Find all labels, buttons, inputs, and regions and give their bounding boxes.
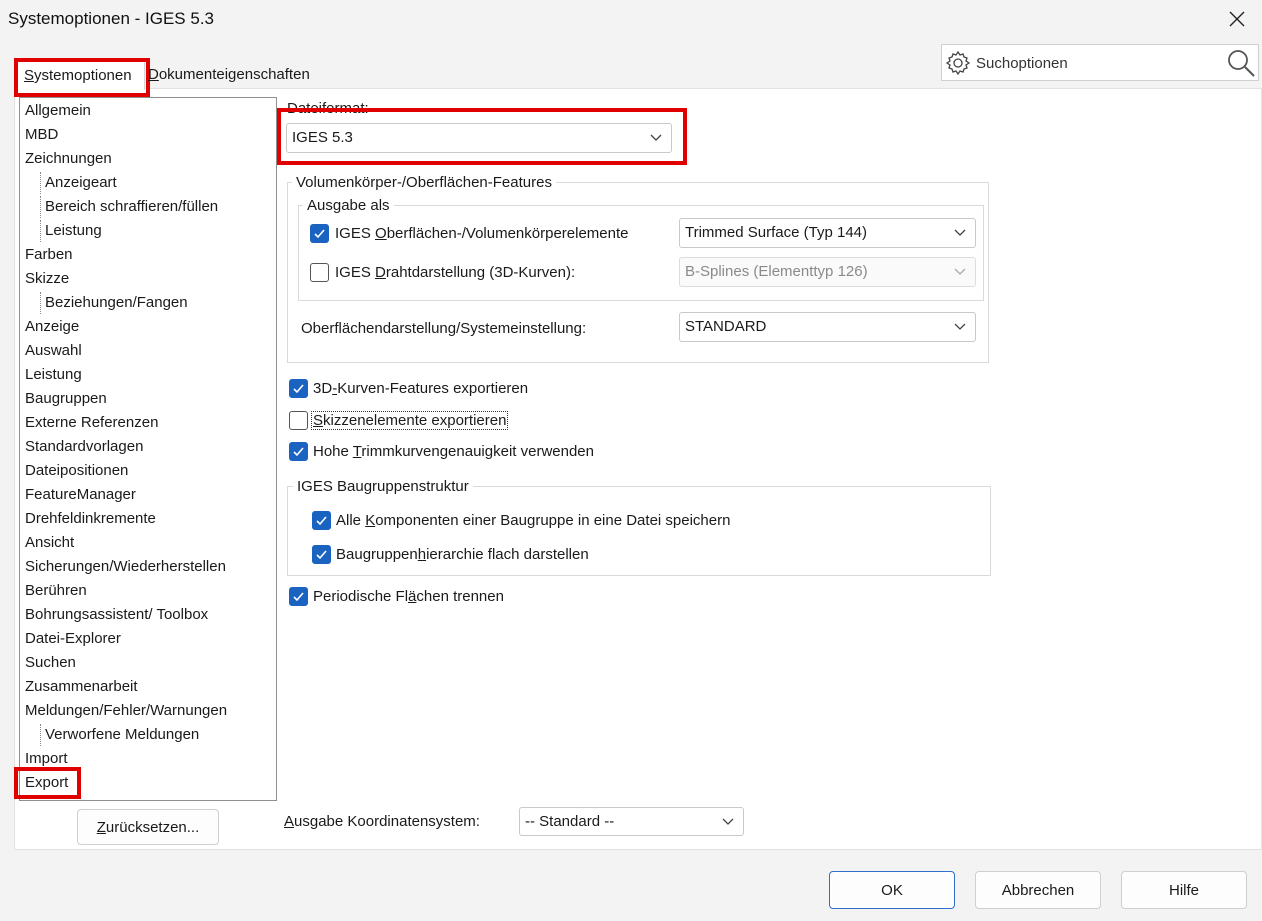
tree-item-leistung[interactable]: Leistung [25, 364, 82, 386]
surface-type-select[interactable]: Trimmed Surface (Typ 144) [679, 218, 976, 248]
highlight-tree-export [14, 767, 81, 799]
chevron-down-icon [722, 818, 734, 825]
wire-type-value: B-Splines (Elementtyp 126) [685, 263, 868, 280]
tree-item-sicherungen[interactable]: Sicherungen/Wiederherstellen [25, 556, 226, 578]
tree-item-beruehren[interactable]: Berühren [25, 580, 87, 602]
tree-item-verworfene-meldungen[interactable]: Verworfene Meldungen [40, 724, 199, 746]
checkmark-icon [314, 229, 325, 239]
surface-type-value: Trimmed Surface (Typ 144) [685, 224, 867, 241]
curves3d-label: 3D-Kurven-Features exportieren [313, 380, 529, 397]
tab-dokumenteigenschaften[interactable]: Dokumenteigenschaften [148, 66, 310, 83]
ok-label: OK [881, 881, 903, 899]
cancel-label: Abbrechen [1001, 881, 1075, 899]
flat-hierarchy-label: Baugruppenhierarchie flach darstellen [336, 546, 589, 563]
all-components-label: Alle Komponenten einer Baugruppe in eine… [336, 512, 731, 529]
tree-item-meldungen[interactable]: Meldungen/Fehler/Warnungen [25, 700, 227, 722]
all-components-checkbox[interactable] [312, 511, 331, 530]
tree-item-auswahl[interactable]: Auswahl [25, 340, 82, 362]
tree-item-suchen[interactable]: Suchen [25, 652, 76, 674]
tree-item-zeichnungen[interactable]: Zeichnungen [25, 148, 112, 170]
tree-item-dateipositionen[interactable]: Dateipositionen [25, 460, 128, 482]
periodic-checkbox[interactable] [289, 587, 308, 606]
tree-item-farben[interactable]: Farben [25, 244, 73, 266]
features-group-title: Volumenkörper-/Oberflächen-Features [292, 174, 556, 191]
coord-system-select[interactable]: -- Standard -- [519, 807, 744, 836]
checkmark-icon [293, 447, 304, 457]
tree-item-leistung-zeichnungen[interactable]: Leistung [40, 220, 102, 242]
tree-item-ansicht[interactable]: Ansicht [25, 532, 74, 554]
chevron-down-icon [954, 268, 966, 275]
periodic-label: Periodische Flächen trennen [313, 588, 504, 605]
search-icon[interactable] [1226, 48, 1256, 78]
close-button[interactable] [1222, 4, 1252, 34]
tree-item-zusammenarbeit[interactable]: Zusammenarbeit [25, 676, 138, 698]
assembly-group-title: IGES Baugruppenstruktur [293, 478, 473, 495]
checkmark-icon [293, 384, 304, 394]
tree-item-allgemein[interactable]: Allgemein [25, 100, 91, 122]
checkmark-icon [316, 516, 327, 526]
tree-item-featuremanager[interactable]: FeatureManager [25, 484, 136, 506]
surface-label: IGES Oberflächen-/Volumenkörperelemente [335, 225, 629, 242]
coord-system-label: Ausgabe Koordinatensystem: [284, 813, 480, 830]
window-title: Systemoptionen - IGES 5.3 [8, 9, 214, 28]
wire-label: IGES Drahtdarstellung (3D-Kurven): [335, 264, 576, 281]
tab-label-accesskey: D [148, 66, 159, 83]
tree-item-mbd[interactable]: MBD [25, 124, 58, 146]
help-button[interactable]: Hilfe [1121, 871, 1247, 909]
reset-button[interactable]: Zurücksetzen... [77, 809, 219, 845]
surface-repr-value: STANDARD [685, 318, 767, 335]
sketch-checkbox[interactable] [289, 411, 308, 430]
sketch-label: Skizzenelemente exportieren [311, 411, 509, 430]
trim-label: Hohe Trimmkurvengenauigkeit verwenden [313, 443, 594, 460]
output-as-title: Ausgabe als [303, 197, 394, 214]
surface-checkbox[interactable] [310, 224, 329, 243]
gear-icon [945, 50, 971, 76]
wire-type-select: B-Splines (Elementtyp 126) [679, 257, 976, 287]
tree-item-anzeige[interactable]: Anzeige [25, 316, 79, 338]
tree-item-bohrungsassistent[interactable]: Bohrungsassistent/ Toolbox [25, 604, 208, 626]
search-placeholder: Suchoptionen [976, 55, 1068, 72]
tree-item-beziehungen-fangen[interactable]: Beziehungen/Fangen [40, 292, 188, 314]
flat-hierarchy-checkbox[interactable] [312, 545, 331, 564]
tree-item-externe-referenzen[interactable]: Externe Referenzen [25, 412, 158, 434]
tree-item-datei-explorer[interactable]: Datei-Explorer [25, 628, 121, 650]
highlight-tab-systemoptionen [14, 58, 150, 97]
ok-button[interactable]: OK [829, 871, 955, 909]
options-tree[interactable]: Allgemein MBD Zeichnungen Anzeigeart Ber… [19, 97, 277, 801]
reset-label: Zurücksetzen... [96, 818, 200, 836]
tree-item-skizze[interactable]: Skizze [25, 268, 69, 290]
wire-checkbox[interactable] [310, 263, 329, 282]
tree-item-bereich-schraffieren[interactable]: Bereich schraffieren/füllen [40, 196, 218, 218]
chevron-down-icon [954, 323, 966, 330]
tab-label: okumenteigenschaften [158, 66, 310, 83]
tree-item-anzeigeart[interactable]: Anzeigeart [40, 172, 117, 194]
trim-checkbox[interactable] [289, 442, 308, 461]
checkmark-icon [293, 592, 304, 602]
help-label: Hilfe [1168, 881, 1199, 899]
highlight-file-format [277, 108, 687, 165]
coord-system-value: -- Standard -- [525, 813, 615, 830]
surface-repr-select[interactable]: STANDARD [679, 312, 976, 342]
checkmark-icon [316, 550, 327, 560]
tree-item-baugruppen[interactable]: Baugruppen [25, 388, 107, 410]
cancel-button[interactable]: Abbrechen [975, 871, 1101, 909]
tree-item-standardvorlagen[interactable]: Standardvorlagen [25, 436, 143, 458]
chevron-down-icon [954, 229, 966, 236]
tree-item-drehfeldinkremente[interactable]: Drehfeldinkremente [25, 508, 156, 530]
close-icon [1229, 11, 1245, 27]
surface-repr-label: Oberflächendarstellung/Systemeinstellung… [301, 320, 587, 337]
curves3d-checkbox[interactable] [289, 379, 308, 398]
